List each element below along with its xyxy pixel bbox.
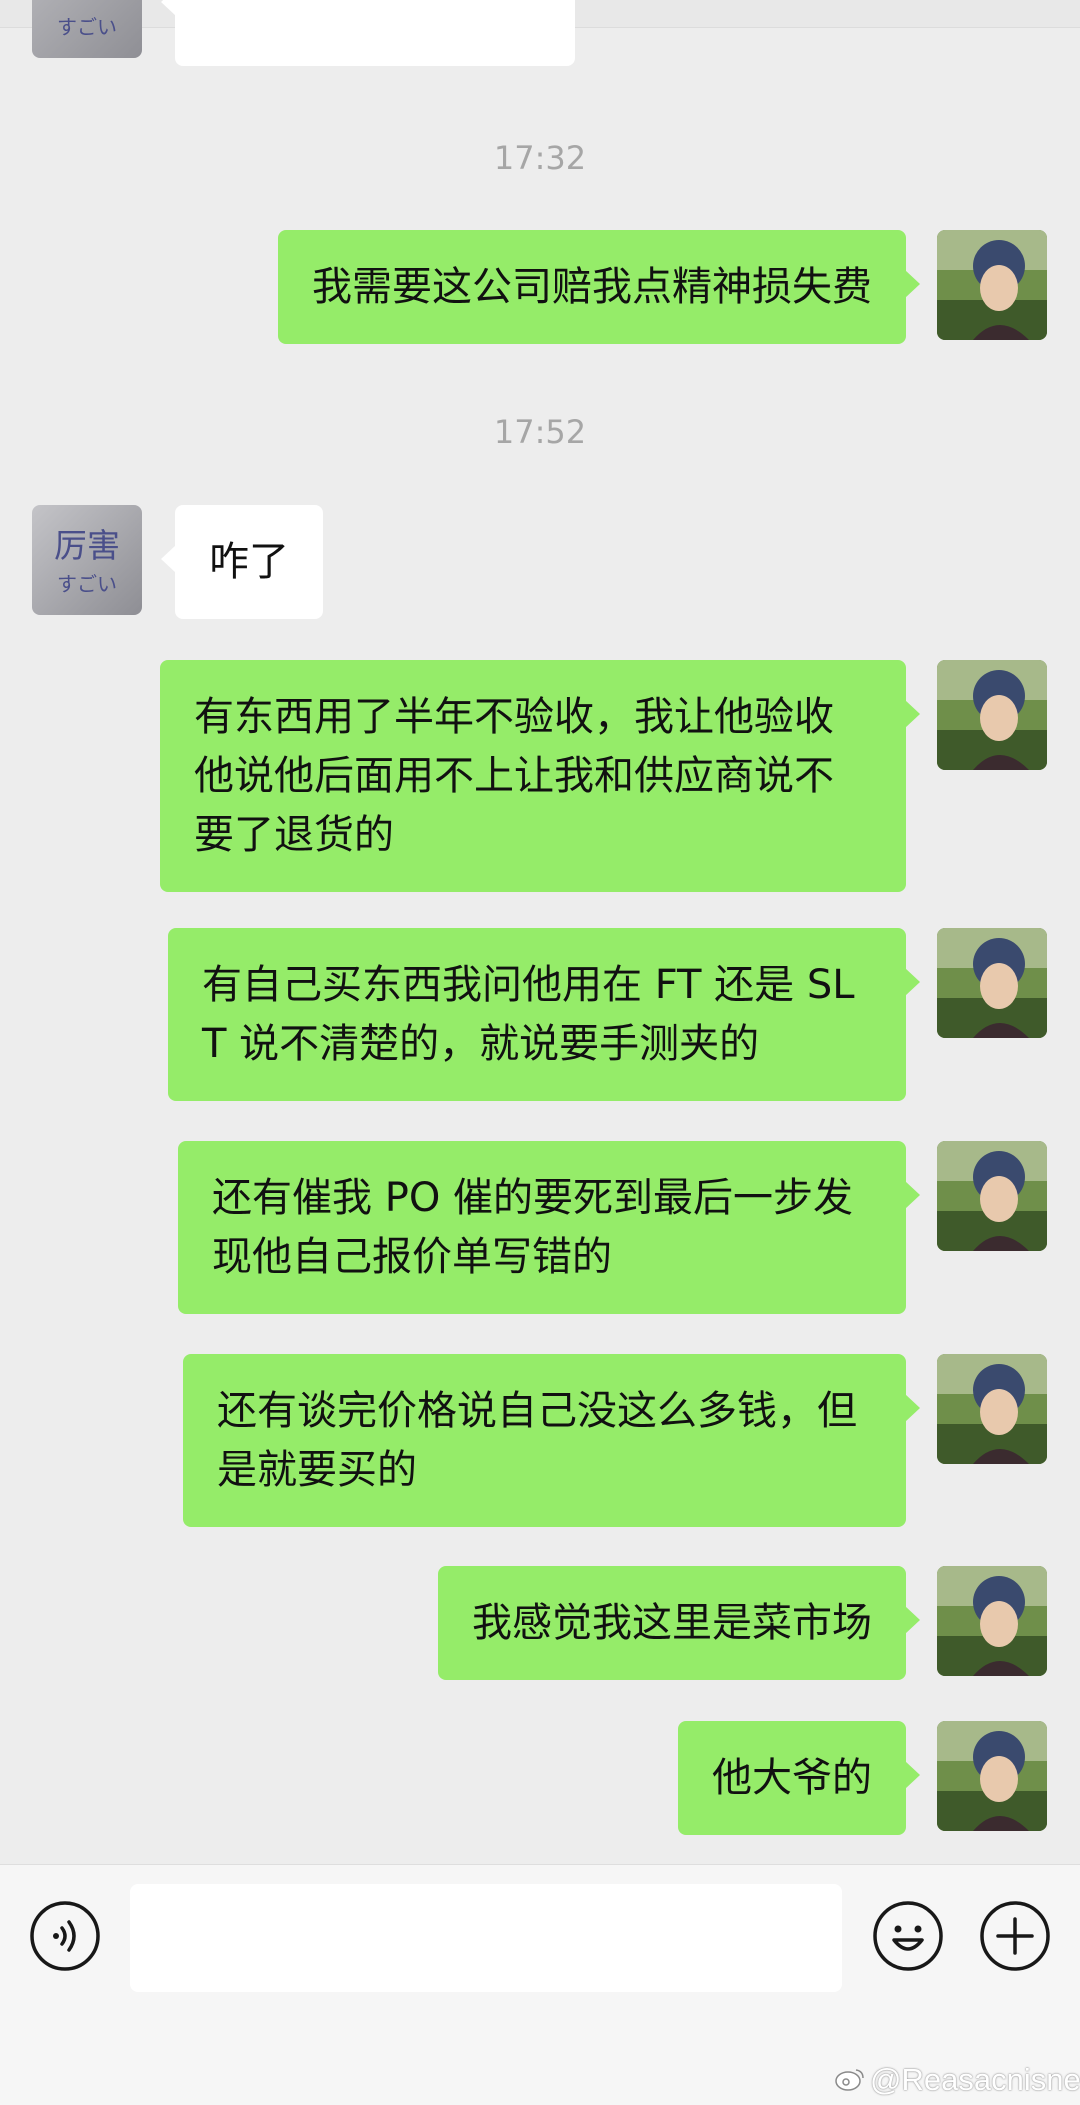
emoji-button[interactable] [872,1900,944,1972]
self-avatar[interactable] [937,1566,1047,1676]
plus-icon [980,1901,1050,1971]
self-avatar-image [937,1354,1047,1464]
voice-icon [30,1901,100,1971]
self-avatar[interactable] [937,1721,1047,1831]
message-bubble-self[interactable]: 还有谈完价格说自己没这么多钱，但是就要买的 [183,1354,920,1527]
message-bubble-partial[interactable] [161,0,575,66]
chat-message-list[interactable]: すごい 17:32 我需要这公司赔我点精神损失费 17:52 厉害 すごい 咋了… [0,0,1080,1864]
voice-button[interactable] [29,1900,101,1972]
message-bubble-other[interactable]: 咋了 [161,505,323,619]
contact-avatar-image: 厉害 すごい [32,505,142,615]
self-avatar-image [937,660,1047,770]
contact-avatar-main-text: 厉害 [54,526,120,565]
weibo-icon [834,2064,866,2100]
self-avatar[interactable] [937,928,1047,1038]
message-input[interactable] [130,1884,842,1992]
watermark-text: @Reasacnisne [870,2062,1080,2097]
contact-avatar-sub-text: すごい [57,15,117,39]
contact-avatar[interactable]: 厉害 すごい [32,505,142,615]
self-avatar[interactable] [937,1141,1047,1251]
message-bubble-self[interactable]: 我需要这公司赔我点精神损失费 [278,230,920,344]
self-avatar-image [937,230,1047,340]
self-avatar-image [937,1141,1047,1251]
timestamp: 17:52 [493,413,587,451]
emoji-icon [873,1901,943,1971]
self-avatar-image [937,1721,1047,1831]
contact-avatar[interactable]: すごい [32,0,142,58]
self-avatar-image [937,1566,1047,1676]
self-avatar[interactable] [937,660,1047,770]
self-avatar[interactable] [937,230,1047,340]
contact-avatar-sub-text: すごい [57,572,117,596]
message-bubble-self[interactable]: 有东西用了半年不验收，我让他验收他说他后面用不上让我和供应商说不要了退货的 [160,660,920,892]
message-bubble-self[interactable]: 我感觉我这里是菜市场 [438,1566,920,1680]
timestamp: 17:32 [493,139,587,177]
message-bubble-self[interactable]: 有自己买东西我问他用在 FT 还是 SLT 说不清楚的，就说要手测夹的 [168,928,920,1101]
plus-button[interactable] [979,1900,1051,1972]
self-avatar[interactable] [937,1354,1047,1464]
message-bubble-self[interactable]: 还有催我 PO 催的要死到最后一步发现他自己报价单写错的 [178,1141,920,1314]
self-avatar-image [937,928,1047,1038]
watermark: @Reasacnisne [834,2062,1080,2100]
message-bubble-self[interactable]: 他大爷的 [678,1721,920,1835]
